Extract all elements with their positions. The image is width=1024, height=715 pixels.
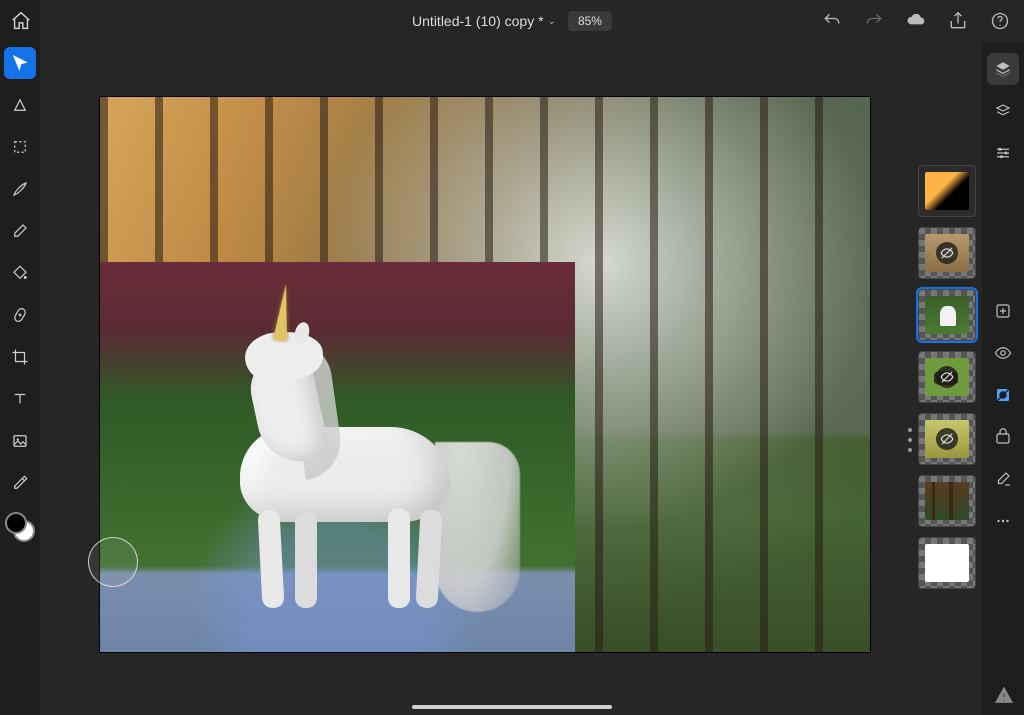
home-icon[interactable] (10, 10, 32, 32)
transform-tool-icon[interactable] (4, 89, 36, 121)
undo-icon[interactable] (822, 11, 842, 31)
cloud-icon[interactable] (906, 11, 926, 31)
foreground-color[interactable] (5, 512, 27, 534)
brush-tool-icon[interactable] (4, 173, 36, 205)
layer-thumb[interactable] (918, 413, 976, 465)
unicorn-shape (200, 332, 490, 592)
selection-tool-icon[interactable] (4, 131, 36, 163)
zoom-level[interactable]: 85% (568, 11, 612, 31)
hidden-eye-icon (936, 428, 958, 450)
add-layer-icon[interactable] (987, 295, 1019, 327)
right-panel-strip (982, 42, 1024, 715)
warning-icon[interactable] (994, 685, 1014, 705)
move-tool-icon[interactable] (4, 47, 36, 79)
layer-thumb[interactable] (918, 537, 976, 589)
brush-cursor-icon (88, 537, 138, 587)
clip-icon[interactable] (987, 421, 1019, 453)
eraser-tool-icon[interactable] (4, 215, 36, 247)
color-swatch[interactable] (5, 512, 35, 542)
mask-disabled-icon[interactable] (987, 379, 1019, 411)
share-icon[interactable] (948, 11, 968, 31)
home-indicator (412, 705, 612, 709)
help-icon[interactable] (990, 11, 1010, 31)
eyedropper-tool-icon[interactable] (4, 467, 36, 499)
layer-thumb[interactable] (918, 227, 976, 279)
document-title-text: Untitled-1 (10) copy * (412, 13, 544, 29)
layers-panel (914, 165, 980, 589)
image-tool-icon[interactable] (4, 425, 36, 457)
document-title[interactable]: Untitled-1 (10) copy * ⌄ (412, 13, 556, 29)
sliders-icon[interactable] (987, 137, 1019, 169)
more-icon[interactable] (987, 505, 1019, 537)
panel-grabber-icon[interactable] (906, 425, 914, 455)
artboard[interactable] (100, 97, 870, 652)
panel-erase-icon[interactable] (987, 463, 1019, 495)
chevron-down-icon: ⌄ (548, 16, 556, 27)
fill-tool-icon[interactable] (4, 257, 36, 289)
unicorn-layer[interactable] (100, 262, 575, 652)
layer-thumb[interactable] (918, 289, 976, 341)
layer-thumb[interactable] (918, 475, 976, 527)
crop-tool-icon[interactable] (4, 341, 36, 373)
healing-tool-icon[interactable] (4, 299, 36, 331)
left-toolbar (0, 0, 40, 715)
eye-icon[interactable] (987, 337, 1019, 369)
layer-stack-icon[interactable] (987, 95, 1019, 127)
hidden-eye-icon (936, 366, 958, 388)
layers-icon[interactable] (987, 53, 1019, 85)
layer-thumb[interactable] (918, 165, 976, 217)
redo-icon[interactable] (864, 11, 884, 31)
canvas-area[interactable] (40, 42, 982, 715)
top-bar: Untitled-1 (10) copy * ⌄ 85% (0, 0, 1024, 42)
type-tool-icon[interactable] (4, 383, 36, 415)
layer-thumb[interactable] (918, 351, 976, 403)
hidden-eye-icon (936, 242, 958, 264)
